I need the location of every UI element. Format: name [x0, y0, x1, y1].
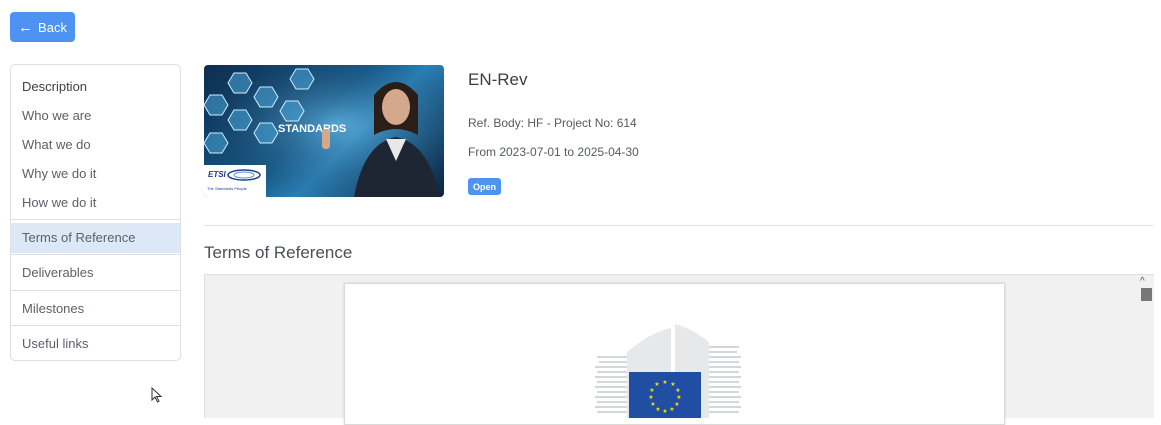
project-title: EN-Rev [468, 70, 528, 89]
document-page: ★ ★ ★ ★ ★ ★ ★ ★ ★ ★ ★ ★ [344, 283, 1005, 425]
etsi-logo-tagline: The Standards People [207, 186, 247, 191]
section-title: Terms of Reference [204, 243, 353, 262]
back-button[interactable]: ← Back [10, 12, 75, 42]
svg-text:★: ★ [676, 394, 681, 401]
svg-text:★: ★ [654, 381, 659, 388]
sidebar-item-label: Useful links [22, 336, 89, 351]
etsi-swoosh-icon [227, 169, 261, 181]
scrollbar-thumb[interactable] [1141, 288, 1152, 301]
sidebar-item-label: Terms of Reference [22, 230, 136, 245]
etsi-logo: ETSI The Standards People [204, 165, 266, 197]
svg-text:★: ★ [669, 406, 674, 413]
sidebar-item-how-we-do-it[interactable]: How we do it [11, 193, 180, 213]
sidebar-item-label: What we do [22, 137, 91, 152]
sidebar-item-why-we-do-it[interactable]: Why we do it [11, 164, 180, 184]
sidebar-item-label: Description [22, 79, 88, 94]
mouse-cursor-icon [151, 387, 163, 403]
sidebar-item-label: Deliverables [22, 265, 94, 280]
section-divider [204, 225, 1153, 226]
sidebar-divider [11, 254, 180, 255]
banner-overlay-text: STANDARDS [278, 123, 346, 135]
sidebar-item-what-we-do[interactable]: What we do [11, 135, 180, 155]
svg-text:★: ★ [648, 394, 653, 401]
sidebar-item-deliverables[interactable]: Deliverables [11, 258, 180, 288]
sidebar-item-description[interactable]: Description [11, 77, 180, 97]
svg-text:★: ★ [649, 387, 654, 394]
svg-text:★: ★ [662, 408, 667, 415]
svg-text:★: ★ [650, 401, 655, 408]
etsi-logo-text: ETSI [208, 170, 226, 179]
project-banner-image: STANDARDS ETSI The Standards People [204, 65, 444, 197]
svg-text:★: ★ [662, 379, 667, 386]
sidebar-divider [11, 219, 180, 220]
arrow-left-icon: ← [18, 18, 34, 36]
svg-text:★: ★ [674, 401, 679, 408]
project-ref-body: Ref. Body: HF - Project No: 614 [468, 116, 637, 130]
sidebar-item-label: How we do it [22, 195, 97, 210]
back-button-label: Back [38, 19, 67, 35]
sidebar-divider [11, 325, 180, 326]
european-commission-logo: ★ ★★ ★★★ ★★★ ★★★ [595, 324, 741, 418]
sidebar-item-who-we-are[interactable]: Who we are [11, 106, 180, 126]
project-dates: From 2023-07-01 to 2025-04-30 [468, 145, 639, 159]
svg-text:★: ★ [675, 387, 680, 394]
sidebar-item-terms-of-reference[interactable]: Terms of Reference [11, 223, 180, 253]
sidebar-item-label: Milestones [22, 301, 85, 316]
svg-text:★: ★ [655, 406, 660, 413]
sidebar-item-label: Why we do it [22, 166, 97, 181]
document-viewer[interactable]: ★ ★ ★ ★ ★ ★ ★ ★ ★ ★ ★ ★ [204, 274, 1154, 425]
sidebar-item-useful-links[interactable]: Useful links [11, 329, 180, 359]
sidebar-nav: Description Who we are What we do Why we… [10, 64, 181, 361]
status-badge: Open [468, 178, 502, 195]
scroll-up-arrow-icon[interactable]: ^ [1140, 276, 1145, 287]
sidebar-divider [11, 290, 180, 291]
sidebar-item-label: Who we are [22, 108, 92, 123]
sidebar-item-milestones[interactable]: Milestones [11, 294, 180, 324]
